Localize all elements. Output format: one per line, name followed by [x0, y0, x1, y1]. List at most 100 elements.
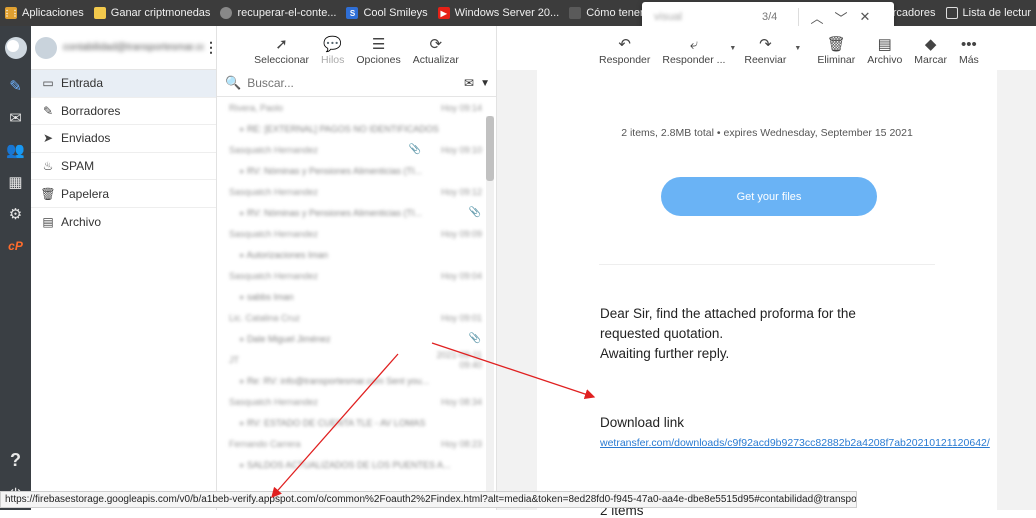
- message-sender: Rivera, Paolo: [229, 102, 284, 113]
- message-date: Hoy 08:23: [440, 438, 482, 449]
- reply-all-button[interactable]: ⤶ Responder ...: [662, 36, 725, 66]
- list-item[interactable]: Lic. Catalina Cruz Hoy 09:01: [217, 307, 496, 328]
- spam-icon: ♨: [42, 159, 54, 174]
- bookmark-apps[interactable]: ⋮⋮ Aplicaciones: [0, 0, 89, 26]
- message-sender: Sasquatch Hernandez: [229, 396, 319, 407]
- reply-button[interactable]: ↶ Responder: [599, 36, 650, 66]
- message-date: Hoy 09:04: [440, 270, 482, 281]
- search-icon: 🔍: [225, 75, 242, 90]
- mark-button[interactable]: ◆ Marcar: [914, 36, 947, 66]
- search-input[interactable]: [247, 76, 465, 90]
- delete-button[interactable]: 🗑 Eliminar: [817, 36, 855, 66]
- message-subject: RE: [EXTERNAL] PAGOS NO IDENTIFICADOS: [229, 124, 482, 134]
- chevron-up-icon[interactable]: ︿: [805, 8, 829, 27]
- message-subject: RV: ESTADO DE CUENTA TLE - AV LOMAS: [229, 418, 482, 428]
- list-item[interactable]: SALDOS ACTUALIZADOS DE LOS PUENTES A...: [217, 454, 496, 475]
- reply-icon: ↶: [618, 36, 631, 53]
- archive-button[interactable]: ▤ Archivo: [867, 36, 902, 66]
- bookmark-windows-server[interactable]: ▶ Windows Server 20...: [433, 0, 565, 26]
- threads-button[interactable]: 💬 Hilos: [321, 36, 344, 66]
- find-query[interactable]: visual: [642, 11, 762, 23]
- list-item[interactable]: Dale Miguel Jiménez📎: [217, 328, 496, 349]
- list-item[interactable]: Fernando Carrera Hoy 08:23: [217, 433, 496, 454]
- list-item[interactable]: Sasquatch Hernandez Hoy 09:04: [217, 265, 496, 286]
- message-subject: Autorizaciones Iman: [229, 250, 482, 260]
- paperclip-icon: 📎: [468, 333, 482, 344]
- scrollbar-thumb[interactable]: [486, 116, 494, 181]
- caret-down-icon[interactable]: ▼: [729, 45, 736, 52]
- message-list: Rivera, Paolo Hoy 09:14 RE: [EXTERNAL] PAG…: [217, 97, 496, 475]
- folder-archive[interactable]: ▤ Archivo: [31, 208, 216, 236]
- more-button[interactable]: ••• Más: [959, 36, 979, 66]
- bookmark-reading-list[interactable]: Lista de lectur: [941, 0, 1036, 26]
- transfer-expiry: 2 items, 2.8MB total • expires Wednesday…: [621, 127, 913, 139]
- account-name: contabilidad@transportesmar.com: [63, 42, 204, 53]
- forward-icon: ↷: [759, 36, 772, 53]
- settings-icon[interactable]: ⚙: [0, 198, 31, 230]
- message-subject: Re: RV: info@transportesmar.com Sent you…: [229, 376, 482, 386]
- list-item[interactable]: RE: [EXTERNAL] PAGOS NO IDENTIFICADOS: [217, 118, 496, 139]
- list-item[interactable]: Sasquatch Hernandez Hoy 09:09: [217, 223, 496, 244]
- list-item[interactable]: Rivera, Paolo Hoy 09:14: [217, 97, 496, 118]
- list-scrollbar[interactable]: [486, 116, 494, 494]
- list-item[interactable]: Sasquatch Hernandez 📎 Hoy 09:10: [217, 139, 496, 160]
- chevron-down-icon[interactable]: ﹀: [829, 8, 853, 27]
- page-favicon-icon: [569, 7, 582, 19]
- bookmark-cool-smileys[interactable]: S Cool Smileys: [341, 0, 432, 26]
- find-divider: [798, 8, 799, 26]
- list-item[interactable]: Re: RV: info@transportesmar.com Sent you…: [217, 370, 496, 391]
- list-item[interactable]: Sasquatch Hernandez Hoy 08:34: [217, 391, 496, 412]
- download-heading: Download link: [600, 415, 685, 430]
- cpanel-icon[interactable]: cP: [0, 230, 31, 262]
- email-body: 2 items, 2.8MB total • expires Wednesday…: [537, 70, 997, 518]
- select-button[interactable]: ➚ Seleccionar: [254, 36, 309, 66]
- forward-button[interactable]: ↷ Reenviar: [744, 36, 786, 66]
- chevron-down-icon[interactable]: ▼: [480, 78, 490, 89]
- more-icon: •••: [960, 36, 977, 53]
- list-item[interactable]: RV: Nóminas y Pensiones Alimenticias (TI…: [217, 202, 496, 223]
- message-sender: Fernando Carrera: [229, 438, 301, 449]
- list-item[interactable]: RV: Nóminas y Pensiones Alimenticias (TI…: [217, 160, 496, 181]
- youtube-icon: ▶: [437, 7, 450, 19]
- list-item[interactable]: Sasquatch Hernandez Hoy 09:12: [217, 181, 496, 202]
- list-item[interactable]: JT 2021-09-11 09:40: [217, 349, 496, 370]
- list-item[interactable]: Autorizaciones Iman: [217, 244, 496, 265]
- globe-icon: [220, 7, 233, 19]
- options-button[interactable]: ☰ Opciones: [356, 36, 400, 66]
- message-subject: RV: Nóminas y Pensiones Alimenticias (TI…: [229, 166, 482, 176]
- trash-icon: 🗑: [40, 186, 56, 201]
- message-date: 2021-09-11 09:40: [436, 349, 482, 370]
- cursor-icon: ➚: [275, 36, 288, 53]
- folder-sent[interactable]: ➤ Enviados: [31, 125, 216, 153]
- message-date: Hoy 08:34: [440, 396, 482, 407]
- refresh-button[interactable]: ⟳ Actualizar: [413, 36, 459, 66]
- envelope-filter-icon[interactable]: ✉: [464, 76, 474, 90]
- folder-trash[interactable]: 🗑 Papelera: [31, 180, 216, 208]
- calendar-icon[interactable]: ▦: [0, 166, 31, 198]
- get-files-button[interactable]: Get your files: [661, 177, 877, 216]
- folder-inbox[interactable]: ▭ Entrada: [31, 70, 216, 98]
- logo-icon[interactable]: [0, 26, 31, 70]
- list-item[interactable]: RV: ESTADO DE CUENTA TLE - AV LOMAS: [217, 412, 496, 433]
- folder-spam[interactable]: ♨ SPAM: [31, 153, 216, 181]
- message-subject: Dale Miguel Jiménez: [229, 334, 468, 344]
- download-link[interactable]: wetransfer.com/downloads/c9f92acd9b9273c…: [600, 437, 990, 449]
- list-toolbar: ➚ Seleccionar 💬 Hilos ☰ Opciones ⟳ Actualiza…: [217, 26, 496, 70]
- folder-drafts[interactable]: ✎ Borradores: [31, 98, 216, 126]
- help-icon[interactable]: ?: [0, 444, 31, 476]
- sent-icon: ➤: [42, 131, 54, 146]
- close-icon[interactable]: ✕: [853, 9, 877, 25]
- caret-down-icon[interactable]: ▼: [794, 45, 801, 52]
- message-sender: Sasquatch Hernandez: [229, 144, 319, 155]
- bookmark-recuperar[interactable]: recuperar-el-conte...: [215, 0, 341, 26]
- search-bar: 🔍 ✉ ▼: [217, 70, 496, 97]
- mail-icon[interactable]: ✉: [0, 102, 31, 134]
- folder-pane: contabilidad@transportesmar.com ⋮ ▭ Entra…: [31, 26, 218, 510]
- inbox-icon: ▭: [42, 76, 54, 91]
- paperclip-icon: 📎: [468, 207, 482, 218]
- list-item[interactable]: sabbs Iman: [217, 286, 496, 307]
- kebab-menu-icon[interactable]: ⋮: [204, 39, 218, 56]
- compose-icon[interactable]: ✎: [0, 70, 31, 102]
- contacts-icon[interactable]: 👥: [0, 134, 31, 166]
- bookmark-crypto[interactable]: Ganar criptmonedas: [89, 0, 216, 26]
